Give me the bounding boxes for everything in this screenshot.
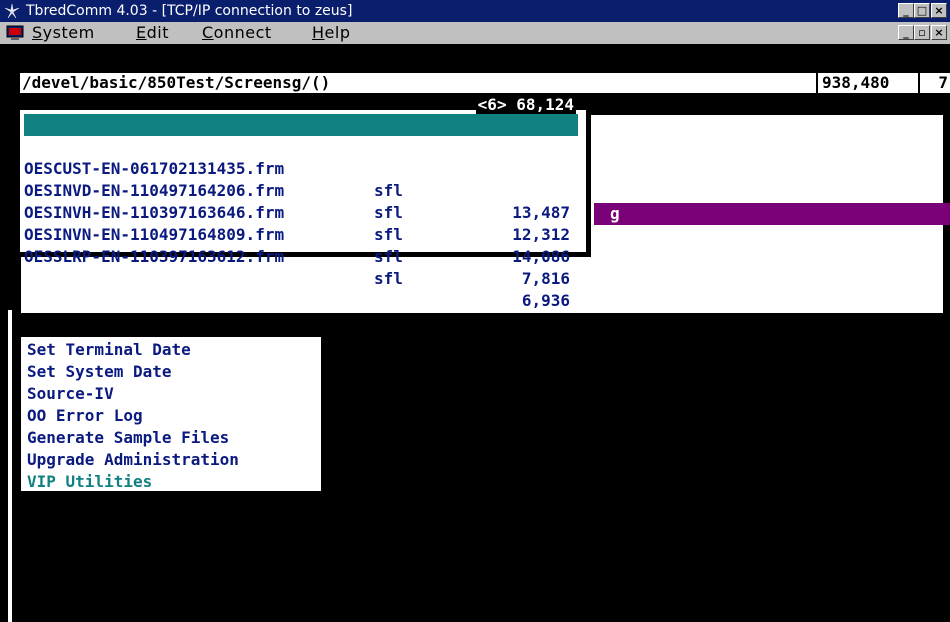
file-row[interactable]: OESCUST1-EN-061402153733.frm sfl 13,487 [24,114,578,200]
menu-option-upgrade-administration[interactable]: Upgrade Administration [27,449,239,471]
menu-option-source-iv[interactable]: Source-IV [27,383,114,405]
file-row[interactable]: OESINVN-EN-110497164809.frm sfl 7,816 [24,202,578,288]
coords-readout: 938,480 [818,73,918,93]
title-bar[interactable]: TbredComm 4.03 - [TCP/IP connection to z… [0,0,950,22]
menu-edit[interactable]: Edit [136,22,169,44]
menu-connect-accel: C [202,23,214,42]
file-size: 14,086 [512,247,570,266]
file-list-popup: <6> 68,124 OESCUST1-EN-061402153733.frm … [15,96,591,310]
menu-system-rest: ystem [42,23,95,42]
menu-option-set-terminal-date[interactable]: Set Terminal Date [27,339,191,361]
menu-help[interactable]: Help [312,22,350,44]
left-border-line [8,310,12,622]
menu-system[interactable]: System [32,22,95,44]
file-type: sfl [374,247,403,266]
menu-option-generate-sample-files[interactable]: Generate Sample Files [27,427,229,449]
menu-option-vip-utilities[interactable]: VIP Utilities [27,471,152,493]
doc-close-button[interactable]: × [931,25,947,40]
menu-connect-rest: onnect [213,23,272,42]
doc-restore-button[interactable]: ▫ [914,25,930,40]
current-path: /devel/basic/850Test/Screensg/() [20,73,816,93]
menu-connect[interactable]: Connect [202,22,272,44]
file-size: 6,936 [521,291,570,310]
menu-edit-rest: dit [146,23,169,42]
menu-option-oo-error-log[interactable]: OO Error Log [27,405,143,427]
close-button[interactable]: × [931,3,947,18]
doc-minimize-button[interactable]: _ [898,25,914,40]
utilities-menu: Set Terminal Date Set System Date Source… [18,334,324,494]
file-row[interactable]: OESINVD-EN-110497164206.frm sfl 12,312 [24,158,578,244]
menu-system-accel: S [32,23,43,42]
popup-header: <6> 68,124 [475,95,576,114]
file-type: sfl [374,269,403,288]
status-number: 7 [920,73,950,93]
system-menu-icon[interactable] [6,25,24,41]
highlight-bar: g [594,203,950,225]
window-title: TbredComm 4.03 - [TCP/IP connection to z… [26,3,353,19]
maximize-button[interactable]: □ [914,3,930,18]
status-line: /devel/basic/850Test/Screensg/() 938,480… [18,72,950,94]
app-icon[interactable] [4,3,20,19]
file-size: 7,816 [521,269,570,288]
file-row[interactable]: OESSLRP-EN-110397163612.frm sfl 6,936 [24,224,578,310]
menu-option-set-system-date[interactable]: Set System Date [27,361,172,383]
highlight-bar-text: g [610,204,620,223]
menu-edit-accel: E [136,23,147,42]
file-name: OESSLRP-EN-110397163612.frm [24,247,285,266]
menu-help-rest: elp [324,23,351,42]
menu-bar: System Edit Connect Help _ ▫ × [0,22,950,44]
file-row[interactable]: OESCUST-EN-061702131435.frm sfl 13,487 [24,136,578,222]
menu-help-accel: H [312,23,325,42]
file-row[interactable]: OESINVH-EN-110397163646.frm sfl 14,086 [24,180,578,266]
minimize-button[interactable]: _ [898,3,914,18]
